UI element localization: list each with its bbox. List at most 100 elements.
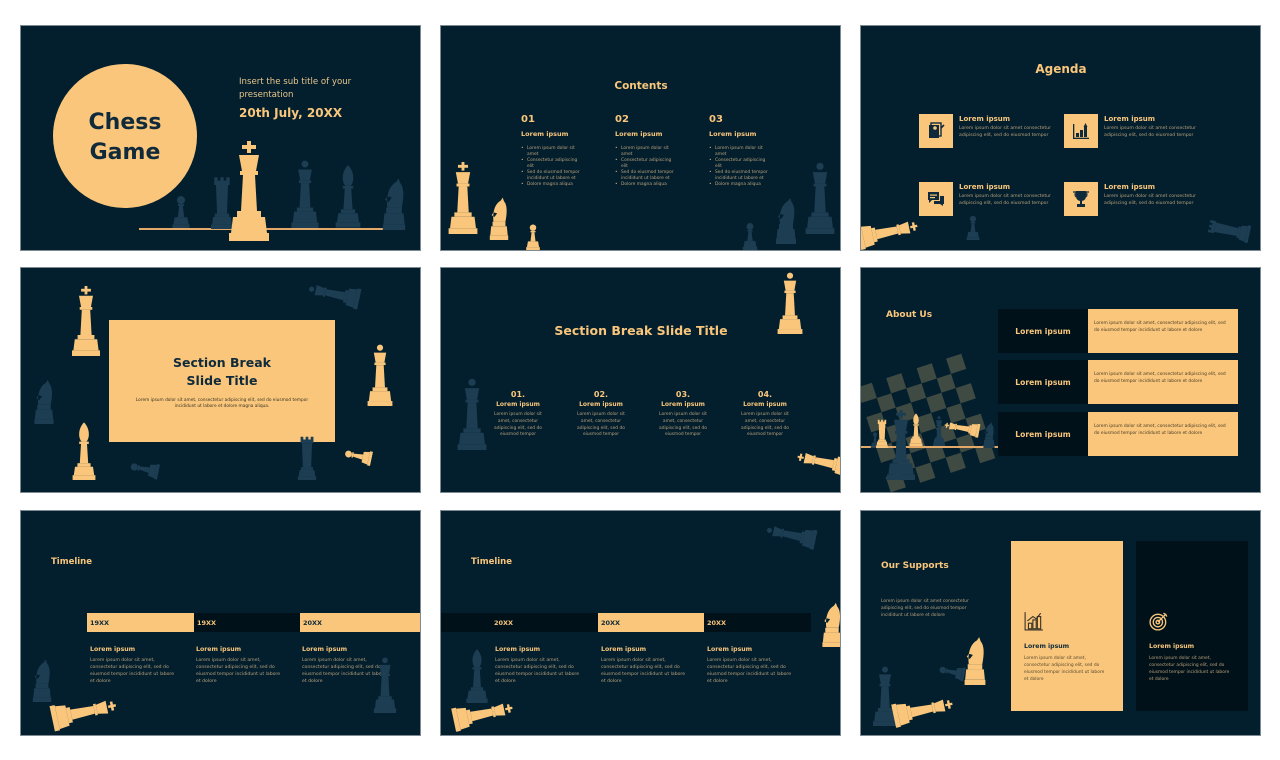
- supports-intro: Lorem ipsum dolor sit amet consectetur a…: [881, 599, 969, 618]
- chess-pawn-icon: [521, 214, 545, 250]
- timeline-item: Lorem ipsum Lorem ipsum dolor sit amet, …: [196, 646, 286, 685]
- slide-thumbnail-cover[interactable]: Chess Game Insert the sub title of your …: [20, 25, 421, 251]
- resume-icon: [929, 122, 945, 138]
- column-heading: Lorem ipsum: [709, 130, 757, 138]
- timeline-item-text: Lorem ipsum dolor sit amet, consectetur …: [495, 658, 580, 684]
- agenda-item-text: Lorem ipsum dolor sit amet consectetur a…: [1104, 126, 1196, 138]
- supports-title: Our Supports: [881, 561, 949, 571]
- timeline-item: Lorem ipsum Lorem ipsum dolor sit amet, …: [90, 646, 180, 685]
- section-column-1: 01. Lorem ipsum Lorem ipsum dolor sit am…: [488, 390, 548, 439]
- target-icon: [1149, 612, 1168, 631]
- fallen-pawn-icon: [117, 454, 160, 482]
- support-card-text: Lorem ipsum dolor sit amet, consectetur …: [1149, 656, 1230, 682]
- timeline-item: Lorem ipsum Lorem ipsum dolor sit amet, …: [495, 646, 585, 685]
- timeline-segment: 19XX: [194, 613, 300, 632]
- chess-queen-icon: [773, 272, 807, 334]
- fallen-king-icon: [795, 445, 841, 479]
- timeline-item: Lorem ipsum Lorem ipsum dolor sit amet, …: [601, 646, 691, 685]
- slide-thumbnail-contents[interactable]: Contents 01 Lorem ipsum Lorem ipsum dolo…: [440, 25, 841, 251]
- slide-thumbnail-agenda[interactable]: Agenda Lorem ipsum Lorem ipsum dolor sit…: [860, 25, 1261, 251]
- chess-pawn-icon: [963, 206, 983, 240]
- column-number: 04.: [757, 390, 773, 399]
- column-heading: Lorem ipsum: [661, 401, 705, 408]
- column-number: 01.: [510, 390, 526, 399]
- timeline-item-heading: Lorem ipsum: [707, 646, 753, 653]
- about-row-text: Lorem ipsum dolor sit amet, consectetur …: [1088, 360, 1238, 404]
- column-heading: Lorem ipsum: [579, 401, 623, 408]
- column-number: 02: [615, 114, 629, 125]
- column-heading: Lorem ipsum: [743, 401, 787, 408]
- agenda-title: Agenda: [1035, 62, 1087, 76]
- bullet-item: Lorem ipsum dolor sit amet: [521, 146, 581, 158]
- timeline-item-text: Lorem ipsum dolor sit amet, consectetur …: [707, 658, 792, 684]
- timeline-title: Timeline: [471, 557, 512, 567]
- slide-thumbnail-section-break-2[interactable]: Section Break Slide Title 01. Lorem ipsu…: [440, 267, 841, 493]
- bullet-item: Lorem ipsum dolor sit amet: [709, 146, 769, 158]
- fallen-rook-icon: [1204, 214, 1252, 247]
- cover-title-line2: Game: [89, 140, 161, 165]
- column-text: Lorem ipsum dolor sit amet, consectetur …: [577, 412, 625, 438]
- agenda-icon-box: [919, 114, 953, 148]
- bullet-item: Lorem ipsum dolor sit amet: [615, 146, 675, 158]
- bullet-item: Consectetur adipiscing elit: [615, 158, 675, 170]
- slide-thumbnail-timeline-2[interactable]: Timeline 20XX 20XX 20XX Lorem ipsum Lore…: [440, 510, 841, 736]
- agenda-item-text: Lorem ipsum dolor sit amet consectetur a…: [959, 194, 1051, 206]
- support-card-icon-wrap: [1149, 611, 1235, 631]
- chess-bishop-icon: [335, 162, 361, 228]
- about-title: About Us: [886, 310, 933, 320]
- chess-queen-icon: [371, 657, 399, 713]
- chess-knight-icon: [485, 194, 513, 240]
- about-row-label: Lorem ipsum: [998, 360, 1088, 404]
- column-number: 03: [709, 114, 723, 125]
- chess-queen-icon: [805, 162, 835, 234]
- about-row-label: Lorem ipsum: [998, 309, 1088, 353]
- section-column-3: 03. Lorem ipsum Lorem ipsum dolor sit am…: [653, 390, 713, 439]
- column-number: 01: [521, 114, 535, 125]
- timeline-item-text: Lorem ipsum dolor sit amet, consectetur …: [601, 658, 686, 684]
- agenda-item-text: Lorem ipsum dolor sit amet consectetur a…: [1104, 194, 1196, 206]
- slide-thumbnail-about-us[interactable]: About Us Lorem ipsum Lorem ipsum dolor s…: [860, 267, 1261, 493]
- column-heading: Lorem ipsum: [521, 130, 569, 138]
- bullet-item: Consectetur adipiscing elit: [521, 158, 581, 170]
- chess-pawn-icon: [739, 212, 761, 250]
- chess-queen-icon: [365, 344, 395, 406]
- timeline-item: Lorem ipsum Lorem ipsum dolor sit amet, …: [707, 646, 797, 685]
- agenda-item-heading: Lorem ipsum: [959, 115, 1011, 123]
- slide-thumbnail-section-break[interactable]: Section Break Slide Title Lorem ipsum do…: [20, 267, 421, 493]
- slide-thumbnail-timeline-1[interactable]: Timeline 19XX 19XX 20XX Lorem ipsum Lore…: [20, 510, 421, 736]
- cover-title: Chess Game: [53, 108, 197, 168]
- agenda-icon-box: [1064, 182, 1098, 216]
- slide-thumbnail-our-supports[interactable]: Our Supports Lorem ipsum dolor sit amet …: [860, 510, 1261, 736]
- chess-knight-icon: [379, 174, 409, 230]
- bullet-item: Dolore magna aliqua: [709, 182, 769, 188]
- support-card-heading: Lorem ipsum: [1149, 643, 1195, 650]
- timeline-segment: 20XX: [441, 613, 598, 632]
- chess-knight-icon: [981, 420, 997, 448]
- chess-knight-icon: [29, 656, 55, 702]
- section-column-2: 02. Lorem ipsum Lorem ipsum dolor sit am…: [571, 390, 631, 439]
- chess-bishop-icon: [463, 647, 491, 703]
- contents-column-3: 03 Lorem ipsum Lorem ipsum dolor sit ame…: [709, 114, 769, 188]
- bullet-list: Lorem ipsum dolor sit amet Consectetur a…: [709, 146, 769, 188]
- section-title: Section Break Slide Title: [109, 354, 335, 390]
- bullet-item: Sed do eiusmod tempor incididunt ut labo…: [615, 170, 675, 182]
- agenda-icon-box: [1064, 114, 1098, 148]
- timeline-item-heading: Lorem ipsum: [90, 646, 136, 653]
- trophy-icon: [1073, 191, 1089, 207]
- timeline-item-heading: Lorem ipsum: [601, 646, 647, 653]
- chess-queen-icon: [291, 160, 319, 228]
- section-title-line1: Section Break: [173, 355, 271, 370]
- chess-knight-icon: [817, 599, 841, 647]
- fallen-king-icon: [450, 696, 516, 732]
- timeline-item-heading: Lorem ipsum: [302, 646, 348, 653]
- support-card-icon-wrap: [1024, 611, 1110, 631]
- column-number: 02.: [593, 390, 609, 399]
- chess-queen-icon: [457, 378, 487, 450]
- timeline-item-text: Lorem ipsum dolor sit amet, consectetur …: [90, 658, 175, 684]
- fallen-queen-icon: [763, 520, 818, 550]
- about-row: Lorem ipsum Lorem ipsum dolor sit amet, …: [998, 309, 1238, 353]
- agenda-item-heading: Lorem ipsum: [1104, 183, 1156, 191]
- column-text: Lorem ipsum dolor sit amet, consectetur …: [659, 412, 707, 438]
- cover-title-line1: Chess: [88, 110, 162, 135]
- chess-bishop-icon: [69, 420, 99, 480]
